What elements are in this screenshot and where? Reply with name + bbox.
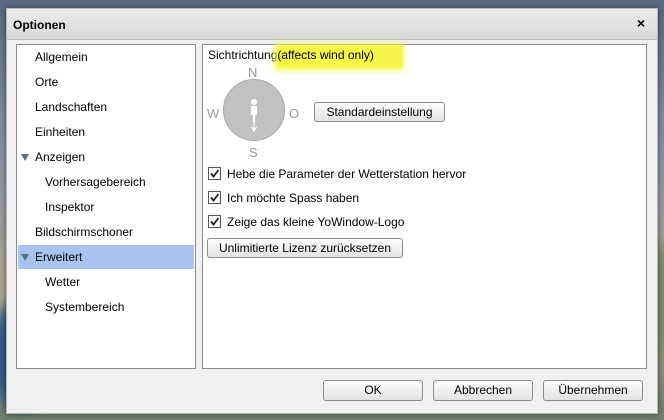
compass-north-label: N (248, 65, 258, 80)
checkbox-label: Ich möchte Spass haben (227, 191, 360, 205)
sidebar-item-landschaften[interactable]: Landschaften (18, 95, 194, 119)
sidebar-item-erweitert[interactable]: Erweitert (18, 245, 194, 269)
cancel-button[interactable]: Abbrechen (433, 380, 533, 401)
expand-triangle-icon[interactable] (21, 154, 29, 161)
apply-button[interactable]: Übernehmen (543, 380, 643, 401)
checkbox-label: Zeige das kleine YoWindow-Logo (227, 215, 405, 229)
checkbox-label: Hebe die Parameter der Wetterstation her… (227, 167, 467, 181)
reset-direction-button[interactable]: Standardeinstellung (314, 102, 445, 122)
sidebar-item-label: Einheiten (35, 125, 86, 139)
sidebar-item-allgemein[interactable]: Allgemein (18, 45, 194, 69)
sidebar-item-wetter[interactable]: Wetter (18, 270, 194, 294)
title-bar[interactable]: Optionen × (7, 9, 657, 40)
options-tree: Allgemein Orte Landschaften Einheiten An… (16, 44, 196, 369)
person-icon (250, 99, 258, 133)
close-icon[interactable]: × (634, 16, 648, 30)
ok-button[interactable]: OK (323, 380, 423, 401)
checkmark-icon (210, 193, 220, 202)
checkbox[interactable] (208, 167, 221, 180)
heading-highlight: (affects wind only) (277, 46, 402, 68)
sidebar-item-label: Systembereich (45, 300, 125, 314)
checkbox[interactable] (208, 191, 221, 204)
sidebar-item-label: Inspektor (45, 200, 95, 214)
sidebar-item-label: Anzeigen (35, 150, 86, 164)
options-dialog: Optionen × Allgemein Orte Landschaften E… (6, 8, 658, 414)
compass-west-label: W (207, 106, 220, 121)
checkmark-icon (210, 169, 220, 178)
compass-east-label: O (289, 106, 300, 121)
sidebar-item-anzeigen[interactable]: Anzeigen (18, 145, 194, 169)
sidebar-item-orte[interactable]: Orte (18, 70, 194, 94)
checkmark-icon (210, 217, 220, 226)
sidebar-item-label: Bildschirmschoner (35, 225, 134, 239)
view-direction-compass[interactable] (223, 79, 285, 141)
settings-panel: Sichtrichtung(affects wind only) N W O S… (202, 44, 647, 369)
sidebar-item-label: Allgemein (35, 50, 88, 64)
compass-south-label: S (249, 145, 258, 160)
view-direction-heading: Sichtrichtung(affects wind only) (208, 46, 402, 68)
sidebar-item-bildschirmschoner[interactable]: Bildschirmschoner (18, 220, 194, 244)
sidebar-item-label: Orte (35, 75, 59, 89)
sidebar-item-systembereich[interactable]: Systembereich (18, 295, 194, 319)
dialog-title: Optionen (13, 18, 66, 32)
sidebar-item-label: Vorhersagebereich (45, 175, 146, 189)
sidebar-item-label: Landschaften (35, 100, 108, 114)
sidebar-item-einheiten[interactable]: Einheiten (18, 120, 194, 144)
reset-license-button[interactable]: Unlimitierte Lizenz zurücksetzen (207, 238, 403, 258)
sidebar-item-label: Erweitert (35, 250, 83, 264)
sidebar-item-inspektor[interactable]: Inspektor (18, 195, 194, 219)
sidebar-item-vorhersagebereich[interactable]: Vorhersagebereich (18, 170, 194, 194)
heading-text: Sichtrichtung (208, 48, 278, 62)
expand-triangle-icon[interactable] (21, 254, 29, 261)
checkbox[interactable] (208, 215, 221, 228)
sidebar-item-label: Wetter (45, 275, 81, 289)
